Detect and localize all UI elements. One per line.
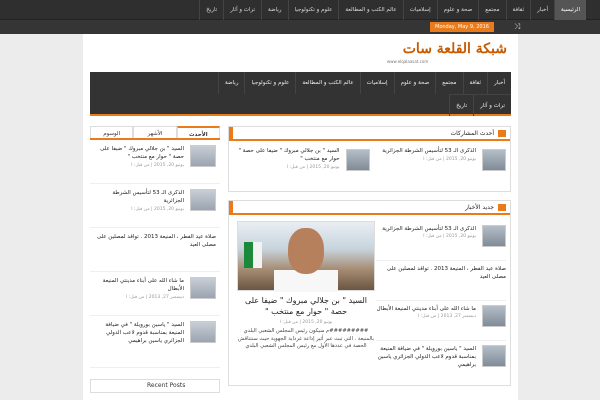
top-navigation: الرئيسية أخبار ثقافة مجتمع صحة و علوم إس… [199,0,586,20]
topnav-item-home[interactable]: الرئيسية [554,0,586,20]
sidebar-post[interactable]: السيد " بن جلالي مبروك " ضيفا على حصة " … [90,140,220,184]
post-thumbnail[interactable] [190,277,216,299]
main-navigation: أخبار ثقافة مجتمع صحة و علوم إسلاميات عا… [90,72,511,116]
sidebar: الوسوم الأشهر الأحدث السيد " بن جلالي مب… [90,126,220,400]
topnav-item-health[interactable]: صحة و علوم [436,0,479,20]
mainnav-item-books[interactable]: عالم الكتب و المطالعة [295,72,359,94]
shuffle-icon[interactable]: ⤨ [514,21,520,33]
section-accent [229,201,233,215]
site-logo[interactable]: شبكة القلعة سات www.elqalaasat.com [383,40,507,66]
post-title[interactable]: الذكرى الـ 53 لتأسيس الشرطة الجزائرية [376,225,476,233]
post-thumbnail[interactable] [482,149,506,171]
post-thumbnail[interactable] [482,345,506,367]
person-head-shape [288,228,324,274]
post-meta: ديسمبر 27, 2013 | من قبل: ا [126,295,184,300]
lead-post-excerpt: #########م سيكون رئيس المجلس الشعبي البل… [238,328,374,349]
main-nav-row-1: أخبار ثقافة مجتمع صحة و علوم إسلاميات عا… [218,72,511,94]
logo-url: www.elqalaasat.com [387,59,429,64]
date-bar: Monday, May 9, 2016 ⤨ [0,20,600,34]
mainnav-item-news[interactable]: أخبار [487,72,511,94]
section-title: أحدث المشاركات [450,130,494,137]
post-title[interactable]: الذكرى الـ 53 لتأسيس الشرطة الجزائرية [372,147,476,155]
main-nav-row-2: تراث و آثار تاريخ [449,94,511,116]
logo-text: شبكة القلعة سات [402,41,507,57]
topnav-item-heritage[interactable]: تراث و آثار [223,0,261,20]
post-thumbnail[interactable] [190,189,216,211]
page-wrapper: شبكة القلعة سات www.elqalaasat.com أخبار… [83,34,518,400]
post-title[interactable]: السيد " ياسين بورويلة " في ضيافة المنيعة… [376,345,476,369]
section-square-icon [498,204,506,211]
section-header: أحدث المشاركات [229,127,510,141]
news-item[interactable]: ما شاء الله على أبناء مدينتي المنيعة الأ… [376,301,506,341]
post-meta: يونيو 20, 2015 | من قبل: ا [286,165,340,170]
post-thumbnail[interactable] [482,305,506,327]
post-title[interactable]: صلاة عيد الفطر ، المنيعة 2013 . تواقد لم… [94,233,216,249]
topnav-item-books[interactable]: عالم الكتب و المطالعة [338,0,402,20]
featured-section: أحدث المشاركات الذكرى الـ 53 لتأسيس الشر… [228,126,511,192]
mainnav-item-health[interactable]: صحة و علوم [393,72,436,94]
topnav-item-culture[interactable]: ثقافة [505,0,531,20]
lead-post-title[interactable]: السيد " بن جلالي مبروك " ضيفا على حصة " … [237,295,375,317]
news-item[interactable]: السيد " ياسين بورويلة " في ضيافة المنيعة… [376,341,506,385]
post-title[interactable]: السيد " بن جلالي مبروك " ضيفا على حصة " … [235,147,339,163]
sidebar-tabs: الوسوم الأشهر الأحدث [90,126,220,140]
post-title[interactable]: ما شاء الله على أبناء مدينتي المنيعة الأ… [94,277,184,293]
featured-post[interactable]: السيد " بن جلالي مبروك " ضيفا على حصة " … [233,147,370,185]
post-title[interactable]: السيد " بن جلالي مبروك " ضيفا على حصة " … [94,145,184,161]
featured-row: الذكرى الـ 53 لتأسيس الشرطة الجزائرية يو… [229,141,510,191]
post-meta: يونيو 20, 2015 | من قبل: ا [423,157,476,162]
post-thumbnail[interactable] [482,225,506,247]
sidebar-post[interactable]: ما شاء الله على أبناء مدينتي المنيعة الأ… [90,272,220,316]
mainnav-item-technology[interactable]: علوم و تكنولوجيا [244,72,295,94]
post-title[interactable]: السيد " ياسين بورويلة " في ضيافة المنيعة… [94,321,184,345]
recent-posts-heading: Recent Posts [90,379,220,393]
post-thumbnail[interactable] [345,149,370,171]
topnav-item-news[interactable]: أخبار [530,0,554,20]
date-badge: Monday, May 9, 2016 [430,22,494,32]
main-content: أحدث المشاركات الذكرى الـ 53 لتأسيس الشر… [228,126,511,386]
mainnav-item-heritage[interactable]: تراث و آثار [473,95,511,116]
mainnav-item-society[interactable]: مجتمع [435,72,462,94]
post-title[interactable]: ما شاء الله على أبناء مدينتي المنيعة الأ… [376,305,476,313]
section-square-icon [498,130,506,137]
post-thumbnail[interactable] [190,145,216,167]
tab-popular[interactable]: الأشهر [133,126,177,138]
news-section: جديد الأخبار السيد " بن جلالي مبروك " ضي… [228,200,511,386]
post-thumbnail[interactable] [190,321,216,343]
section-title: جديد الأخبار [465,204,494,211]
mainnav-item-history[interactable]: تاريخ [449,95,473,116]
news-item[interactable]: الذكرى الـ 53 لتأسيس الشرطة الجزائرية يو… [376,221,506,261]
lead-post-image[interactable] [237,221,375,292]
top-bar: الرئيسية أخبار ثقافة مجتمع صحة و علوم إس… [0,0,600,20]
mainnav-item-sports[interactable]: رياضة [218,72,244,94]
news-list: الذكرى الـ 53 لتأسيس الشرطة الجزائرية يو… [376,221,506,385]
news-item[interactable]: صلاة عيد الفطر ، المنيعة 2013 . تواقد لم… [376,261,506,301]
sidebar-post[interactable]: السيد " ياسين بورويلة " في ضيافة المنيعة… [90,316,220,368]
mainnav-item-islamiyat[interactable]: إسلاميات [359,72,394,94]
post-meta: ديسمبر 27, 2013 | من قبل: ا [418,314,476,319]
section-accent [229,127,233,141]
featured-post[interactable]: الذكرى الـ 53 لتأسيس الشرطة الجزائرية يو… [370,147,506,185]
topnav-item-islamiyat[interactable]: إسلاميات [402,0,437,20]
tab-latest[interactable]: الأحدث [176,126,220,138]
mainnav-item-culture[interactable]: ثقافة [462,72,488,94]
post-meta: يونيو 20, 2015 | من قبل: ا [423,234,476,239]
sidebar-post[interactable]: صلاة عيد الفطر ، المنيعة 2013 . تواقد لم… [90,228,220,272]
topnav-item-history[interactable]: تاريخ [199,0,223,20]
sidebar-post[interactable]: الذكرى الـ 53 لتأسيس الشرطة الجزائرية يو… [90,184,220,228]
flag-shape [244,242,262,268]
post-meta: يونيو 20, 2015 | من قبل: ا [131,207,184,212]
post-title[interactable]: الذكرى الـ 53 لتأسيس الشرطة الجزائرية [94,189,184,205]
topnav-item-technology[interactable]: علوم و تكنولوجيا [287,0,339,20]
topnav-item-sports[interactable]: رياضة [261,0,287,20]
lead-post-meta: يونيو 20, 2015 | من قبل: ا [279,320,333,325]
lead-post[interactable]: السيد " بن جلالي مبروك " ضيفا على حصة " … [237,221,375,351]
topnav-item-society[interactable]: مجتمع [478,0,505,20]
post-title[interactable]: صلاة عيد الفطر ، المنيعة 2013 . تواقد لم… [376,265,506,281]
post-meta: يونيو 20, 2015 | من قبل: ا [131,163,184,168]
section-header: جديد الأخبار [229,201,510,215]
tab-tags[interactable]: الوسوم [90,126,134,138]
